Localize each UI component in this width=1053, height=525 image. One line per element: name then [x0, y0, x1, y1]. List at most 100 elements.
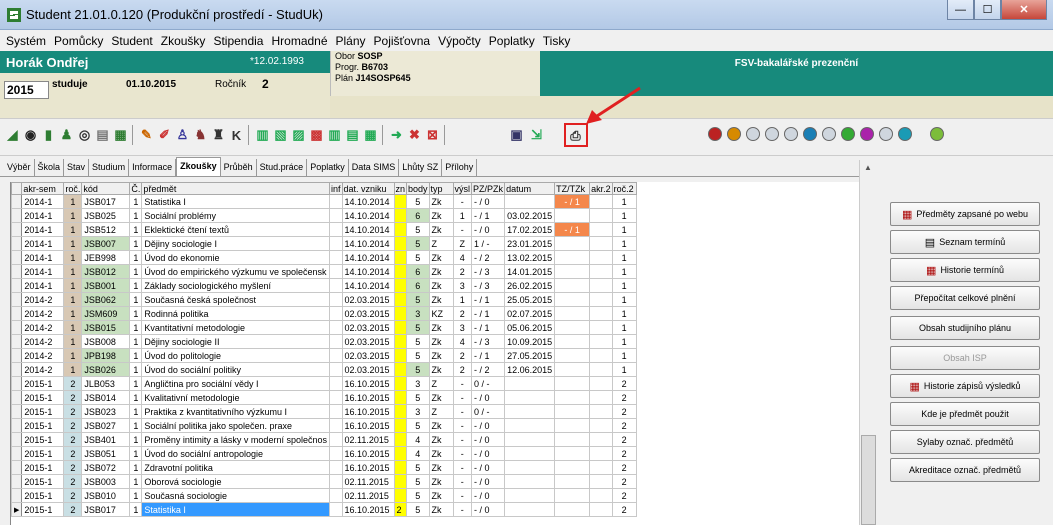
- table-cell[interactable]: 02.03.2015: [341, 334, 395, 349]
- tab-vyber[interactable]: Výběr: [4, 159, 35, 176]
- table-cell[interactable]: Zk: [428, 278, 454, 293]
- table-cell[interactable]: 14.10.2014: [341, 250, 395, 265]
- table-cell[interactable]: 2014-1: [21, 236, 65, 251]
- table-cell[interactable]: [554, 306, 591, 321]
- toolbar-sheet3-icon[interactable]: ▩: [308, 125, 325, 145]
- toolbar-tool-icon[interactable]: ◢: [4, 125, 21, 145]
- column-header[interactable]: TZ/TZk: [554, 182, 591, 195]
- table-row[interactable]: 2015-1 2 JSB051 1 Úvod do sociální antropolo…: [10, 446, 637, 461]
- table-row[interactable]: 2014-1 1 JSB001 1 Základy sociologického myš…: [10, 278, 637, 293]
- table-cell[interactable]: 1: [63, 292, 83, 307]
- table-cell[interactable]: - / 0: [471, 222, 506, 237]
- table-cell[interactable]: 2014-2: [21, 320, 65, 335]
- close-button[interactable]: ✕: [1001, 0, 1047, 20]
- table-cell[interactable]: [554, 418, 591, 433]
- seznam-terminu-button[interactable]: ▤ Seznam termínů: [890, 230, 1040, 254]
- table-cell[interactable]: Současná sociologie: [141, 488, 330, 503]
- table-cell[interactable]: [589, 404, 613, 419]
- table-cell[interactable]: -: [452, 502, 473, 517]
- table-cell[interactable]: Zk: [428, 222, 454, 237]
- table-cell[interactable]: [329, 208, 343, 223]
- scroll-up-icon[interactable]: ▲: [864, 163, 872, 172]
- table-cell[interactable]: 5: [406, 418, 430, 433]
- table-cell[interactable]: JSB014: [81, 390, 131, 405]
- table-cell[interactable]: JSM609: [81, 306, 131, 321]
- table-cell[interactable]: [504, 488, 556, 503]
- table-cell[interactable]: [589, 418, 613, 433]
- table-cell[interactable]: JSB007: [81, 236, 131, 251]
- toolbar-import-icon[interactable]: ⇲: [528, 125, 545, 145]
- column-header[interactable]: typ: [428, 182, 454, 195]
- table-cell[interactable]: 1: [129, 250, 143, 265]
- column-header[interactable]: zn: [393, 182, 407, 195]
- table-cell[interactable]: 2014-1: [21, 208, 65, 223]
- table-row[interactable]: 2014-1 1 JSB012 1 Úvod do empirického výzkum…: [10, 264, 637, 279]
- table-cell[interactable]: 12.06.2015: [504, 362, 556, 377]
- table-cell[interactable]: Úvod do sociální politiky: [141, 362, 330, 377]
- table-row[interactable]: 2015-1 2 JSB010 1 Současná sociologie 02.11.2…: [10, 488, 637, 503]
- table-cell[interactable]: - / 1: [471, 348, 506, 363]
- table-cell[interactable]: [589, 460, 613, 475]
- column-header[interactable]: roč.2: [611, 182, 637, 195]
- table-cell[interactable]: [329, 264, 343, 279]
- kde-pouzit-button[interactable]: Kde je předmět použit: [890, 402, 1040, 426]
- table-cell[interactable]: 1: [129, 292, 143, 307]
- table-cell[interactable]: - / 0: [471, 502, 506, 517]
- table-cell[interactable]: 1: [129, 474, 143, 489]
- table-cell[interactable]: 5: [406, 250, 430, 265]
- table-cell[interactable]: 4: [452, 334, 473, 349]
- table-cell[interactable]: 1: [129, 320, 143, 335]
- table-cell[interactable]: [554, 460, 591, 475]
- table-cell[interactable]: [329, 432, 343, 447]
- menu-poplatky[interactable]: Poplatky: [489, 34, 535, 48]
- column-header[interactable]: roč.: [63, 182, 83, 195]
- green-circle-icon[interactable]: [841, 127, 855, 141]
- table-cell[interactable]: 1: [63, 222, 83, 237]
- table-cell[interactable]: - / 1: [471, 208, 506, 223]
- table-cell[interactable]: JSB008: [81, 334, 131, 349]
- table-cell[interactable]: [504, 418, 556, 433]
- tab-informace[interactable]: Informace: [129, 159, 177, 176]
- table-cell[interactable]: [504, 474, 556, 489]
- table-cell[interactable]: [589, 222, 613, 237]
- table-cell[interactable]: -: [452, 432, 473, 447]
- table-cell[interactable]: [393, 474, 407, 489]
- table-cell[interactable]: 6: [406, 264, 430, 279]
- table-cell[interactable]: Dějiny sociologie II: [141, 334, 330, 349]
- table-cell[interactable]: - / 3: [471, 334, 506, 349]
- table-row[interactable]: 2014-2 1 JSB026 1 Úvod do sociální politiky 0…: [10, 362, 637, 377]
- table-row[interactable]: 2015-1 2 JSB014 1 Kvalitativní metodologie 16…: [10, 390, 637, 405]
- table-cell[interactable]: [393, 222, 407, 237]
- scrollbar-thumb[interactable]: [861, 435, 876, 525]
- table-cell[interactable]: [554, 334, 591, 349]
- table-cell[interactable]: 16.10.2015: [341, 460, 395, 475]
- table-row[interactable]: 2014-1 1 JSB007 1 Dějiny sociologie I 14.10.2…: [10, 236, 637, 251]
- table-cell[interactable]: [393, 348, 407, 363]
- table-cell[interactable]: Kvalitativní metodologie: [141, 390, 330, 405]
- toolbar-family-icon[interactable]: ♜: [210, 125, 227, 145]
- table-cell[interactable]: 1: [129, 446, 143, 461]
- table-row[interactable]: 2015-1 2 JSB401 1 Proměny intimity a lásky v…: [10, 432, 637, 447]
- table-cell[interactable]: 1: [129, 390, 143, 405]
- table-cell[interactable]: 1: [63, 194, 83, 209]
- table-cell[interactable]: 3: [406, 306, 430, 321]
- table-cell[interactable]: 2: [452, 362, 473, 377]
- table-cell[interactable]: -: [452, 418, 473, 433]
- table-cell[interactable]: [589, 502, 613, 517]
- table-cell[interactable]: 1: [611, 264, 637, 279]
- row-indicator[interactable]: [10, 348, 23, 363]
- row-indicator[interactable]: [10, 264, 23, 279]
- table-cell[interactable]: 2014-2: [21, 334, 65, 349]
- table-cell[interactable]: [589, 250, 613, 265]
- table-cell[interactable]: - / 0: [471, 446, 506, 461]
- table-cell[interactable]: 1: [611, 250, 637, 265]
- table-cell[interactable]: 1: [129, 334, 143, 349]
- table-cell[interactable]: [393, 194, 407, 209]
- table-cell[interactable]: [589, 236, 613, 251]
- table-cell[interactable]: 16.10.2015: [341, 418, 395, 433]
- toolbar-wrench-icon[interactable]: ✎: [138, 125, 155, 145]
- table-cell[interactable]: [329, 222, 343, 237]
- table-cell[interactable]: 2: [63, 446, 83, 461]
- table-cell[interactable]: [589, 432, 613, 447]
- table-cell[interactable]: 6: [406, 278, 430, 293]
